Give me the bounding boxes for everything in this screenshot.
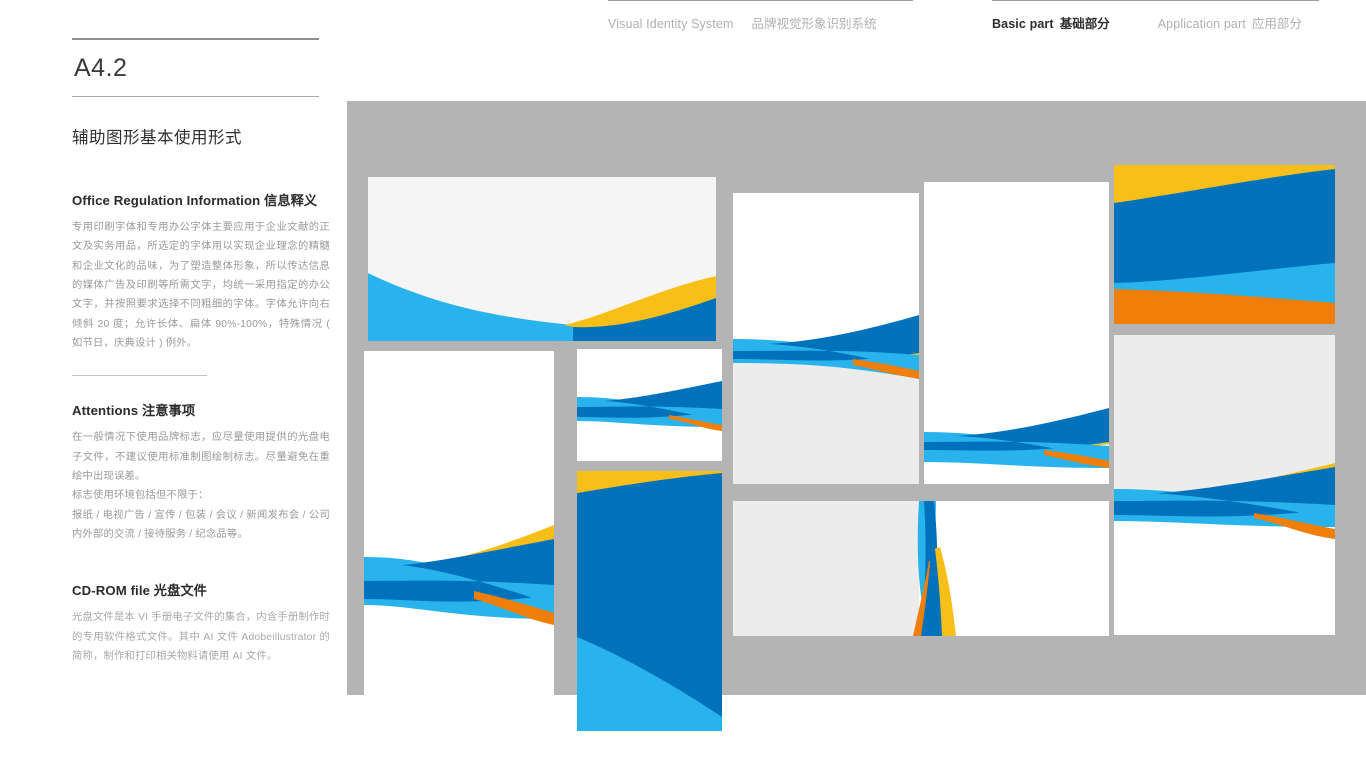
tab-basic-part-cn[interactable]: 基础部分	[1060, 13, 1110, 32]
wave-graphic-landscape-large	[368, 273, 716, 341]
ribbon-graphic-cross-mid	[733, 315, 919, 484]
bands-graphic-blue-dominant	[577, 471, 722, 731]
header-part-nav: Basic part 基础部分 Application part 应用部分	[992, 0, 1319, 32]
section-divider-1	[72, 375, 207, 377]
poster-portrait-plain[interactable]	[924, 182, 1109, 484]
block-attentions-body: 在一般情况下使用品牌标志，应尽量使用提供的光盘电子文件，不建议使用标准制图绘制标…	[72, 428, 330, 544]
poster-wide-twist[interactable]	[733, 501, 1109, 636]
poster-landscape-full-color[interactable]	[1114, 165, 1335, 324]
poster-portrait-grey-bottom[interactable]	[733, 193, 919, 484]
block-attentions-heading-en: Attentions	[72, 403, 139, 419]
block-office-paragraph: 专用印刷字体和专用办公字体主要应用于企业文献的正文及实务用品，所选定的字体用以实…	[72, 222, 330, 350]
block-attentions-heading-cn: 注意事项	[141, 403, 196, 419]
ribbon-graphic-cross-grey-top	[1114, 335, 1335, 635]
page-code-rule-top	[72, 38, 319, 40]
page-code: A4.2	[74, 54, 128, 82]
left-info-column: A4.2 辅助图形基本使用形式 Office Regulation Inform…	[72, 38, 330, 667]
block-office-heading: Office Regulation Information 信息释义	[72, 190, 330, 209]
poster-blue-block[interactable]	[577, 471, 722, 731]
tab-application-part-en[interactable]: Application part	[1158, 17, 1246, 31]
poster-landscape-large[interactable]	[368, 177, 716, 341]
block-attentions-heading: Attentions 注意事项	[72, 400, 330, 419]
graphics-showcase-canvas	[347, 101, 1366, 731]
twist-graphic-vertical	[733, 501, 1109, 636]
block-attentions-paragraph-3: 报纸 / 电视广告 / 宣传 / 包装 / 会议 / 新闻发布会 / 公司内外部…	[72, 509, 330, 541]
block-cdrom-heading-cn: 光盘文件	[153, 583, 207, 599]
bands-graphic-full-bleed	[1114, 165, 1335, 324]
block-office-body: 专用印刷字体和专用办公字体主要应用于企业文献的正文及实务用品，所选定的字体用以实…	[72, 218, 330, 353]
header-visual-identity-en: Visual Identity System	[608, 17, 734, 31]
page-title: 辅助图形基本使用形式	[72, 129, 242, 147]
block-attentions: Attentions 注意事项 在一般情况下使用品牌标志，应尽量使用提供的光盘电…	[72, 400, 330, 544]
block-attentions-paragraph-1: 在一般情况下使用品牌标志，应尽量使用提供的光盘电子文件，不建议使用标准制图绘制标…	[72, 432, 330, 483]
block-attentions-paragraph-2: 标志使用环境包括但不限于：	[72, 490, 209, 502]
page-code-rule-bottom	[72, 96, 319, 97]
block-office-heading-cn: 信息释义	[264, 193, 318, 208]
tab-application-part-cn[interactable]: 应用部分	[1252, 13, 1302, 32]
ribbon-graphic-cross-low	[924, 408, 1109, 468]
block-office-regulation: Office Regulation Information 信息释义 专用印刷字…	[72, 190, 330, 353]
ribbon-graphic-cross-wide	[364, 525, 554, 625]
block-cdrom-body: 光盘文件是本 VI 手册电子文件的集合，内含手册制作时的专用软件格式文件。其中 …	[72, 608, 330, 666]
block-office-heading-en: Office Regulation Information	[72, 193, 261, 208]
poster-portrait-tall-left[interactable]	[364, 351, 554, 710]
block-cdrom-heading: CD-ROM file 光盘文件	[72, 580, 330, 599]
header-visual-identity-cn: 品牌视觉形象识别系统	[751, 17, 877, 31]
tab-basic-part-en[interactable]: Basic part	[992, 17, 1054, 31]
poster-small-landscape[interactable]	[577, 349, 722, 461]
poster-portrait-right[interactable]	[1114, 335, 1335, 635]
header-visual-identity: Visual Identity System 品牌视觉形象识别系统	[608, 0, 913, 32]
block-cdrom-paragraph: 光盘文件是本 VI 手册电子文件的集合，内含手册制作时的专用软件格式文件。其中 …	[72, 612, 330, 663]
block-cdrom-heading-en: CD-ROM file	[72, 583, 151, 599]
ribbon-graphic-cross-small	[577, 381, 722, 431]
block-cdrom-file: CD-ROM file 光盘文件 光盘文件是本 VI 手册电子文件的集合，内含手…	[72, 580, 330, 666]
